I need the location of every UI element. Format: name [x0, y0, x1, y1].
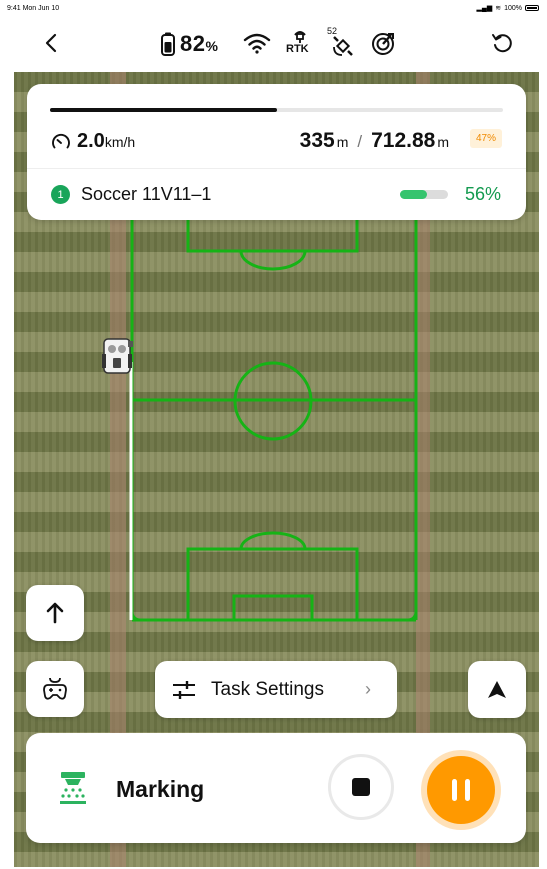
task-percent: 56% [464, 184, 501, 204]
task-settings-label: Task Settings [211, 679, 324, 700]
speed-value: 2.0 [77, 130, 105, 152]
battery-icon [161, 32, 175, 56]
battery-percent: 82 [180, 31, 206, 56]
pause-icon [452, 779, 470, 801]
distance-done: 335 [299, 129, 335, 152]
rtk-label: RTK [286, 43, 309, 55]
refresh-icon [492, 34, 512, 53]
wifi-icon [243, 33, 271, 54]
navigation-arrow-icon [488, 680, 506, 698]
spray-marking-icon [60, 772, 86, 804]
back-icon [45, 33, 57, 53]
refresh-button[interactable] [487, 28, 517, 58]
status-right: ▂▄▆ ≋ 100% [476, 4, 539, 12]
sliders-icon [173, 681, 195, 699]
stop-icon [352, 778, 370, 796]
back-button[interactable] [36, 28, 66, 58]
distance-total: 712.88 [371, 129, 436, 152]
navigate-button[interactable] [468, 661, 526, 718]
overall-progress-fill [50, 108, 277, 112]
satellite-indicator: 52 [326, 26, 356, 58]
task-progress-bar [400, 190, 448, 199]
robot-marker [102, 338, 133, 374]
pause-button-core [427, 756, 495, 824]
bottom-control-panel: Marking [26, 733, 526, 843]
rtk-icon [294, 31, 306, 43]
remote-control-button[interactable] [26, 661, 84, 717]
satellite-icon [333, 36, 353, 56]
distance-done-unit: m [336, 134, 349, 150]
arrow-up-icon [46, 602, 64, 624]
status-battery-text: 100% [504, 4, 522, 12]
task-name: Soccer 11V11–1 [81, 184, 212, 204]
status-bar: 9:41 Mon Jun 10 ▂▄▆ ≋ 100% [0, 0, 547, 18]
status-wifi-icon: ≋ [495, 5, 502, 12]
overall-progress-bar [50, 108, 503, 112]
gamepad-icon [43, 677, 67, 700]
target-icon[interactable] [371, 32, 395, 56]
task-progress-fill [400, 190, 427, 199]
distance-separator: / [357, 132, 363, 151]
distance-total-unit: m [437, 134, 449, 150]
battery-status: 82% [161, 31, 218, 57]
speedometer-icon [52, 133, 70, 148]
battery-unit: % [205, 38, 219, 54]
mode-label: Marking [116, 776, 205, 802]
distance-percent-badge: 47% [469, 129, 502, 148]
speed-unit: km/h [104, 134, 136, 150]
task-info-card: 2.0 km/h 335 m / 712.88 m 47% 1 Soccer 1… [27, 84, 526, 220]
top-bar: 82% RTK 52 [0, 18, 547, 70]
chevron-right-icon: › [365, 679, 371, 699]
rtk-indicator: RTK [286, 28, 314, 58]
distance-readout: 335 m / 712.88 m [300, 129, 449, 153]
speed-readout: 2.0 km/h [51, 130, 135, 153]
task-number-badge: 1 [51, 185, 70, 204]
cellular-icon: ▂▄▆ [476, 5, 493, 12]
north-up-button[interactable] [26, 585, 84, 641]
status-time: 9:41 Mon Jun 10 [7, 5, 60, 12]
card-divider [27, 168, 526, 169]
stop-button[interactable] [328, 754, 394, 820]
task-settings-button[interactable]: Task Settings › [155, 661, 397, 718]
status-battery-icon [525, 5, 539, 11]
pause-button[interactable] [421, 750, 501, 830]
